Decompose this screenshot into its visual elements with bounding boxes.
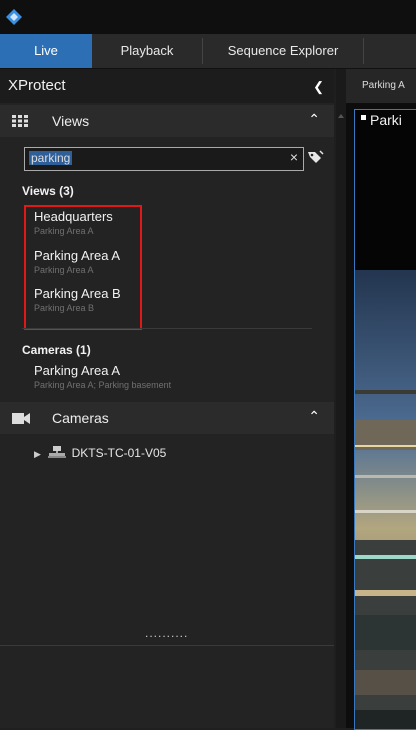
divider (22, 328, 312, 329)
camera-title-label: Parki (370, 112, 402, 128)
chevron-up-icon[interactable]: ⌃ (308, 111, 320, 128)
camera-status-icon (361, 115, 366, 120)
clear-search-icon[interactable]: × (290, 149, 298, 165)
expand-arrow-icon[interactable]: ▶ (34, 449, 41, 459)
panel-splitter-handle[interactable]: .......... (145, 626, 188, 640)
panel-header: XProtect ❮ (0, 69, 334, 103)
list-item[interactable]: Parking Area A Parking Area A; Parking b… (34, 363, 171, 391)
panel-title: XProtect (8, 77, 66, 94)
live-view-pane: Parking A Parki (346, 69, 416, 730)
tree-node-server[interactable]: ▶ DKTS-TC-01-V05 (34, 446, 166, 460)
tab-divider (363, 38, 364, 64)
cameras-section-label: Cameras (52, 410, 109, 426)
camera-name: Parking Area A (34, 363, 120, 378)
views-section-label: Views (52, 113, 90, 129)
search-input[interactable]: parking × (24, 147, 304, 171)
server-icon (48, 446, 67, 458)
camera-title: Parki (361, 112, 402, 128)
breadcrumb-label: Parking A (362, 80, 405, 91)
title-bar (0, 0, 416, 34)
camera-view-tile[interactable]: Parki (354, 109, 416, 730)
panel-scrollbar[interactable] (336, 69, 346, 728)
camera-icon (12, 413, 30, 424)
views-results-header: Views (3) (22, 184, 74, 198)
breadcrumb: Parking A (346, 69, 416, 103)
tab-playback[interactable]: Playback (92, 34, 202, 68)
app-logo-icon (6, 9, 22, 25)
cameras-section-header[interactable]: Cameras ⌃ (0, 402, 334, 434)
views-section-header[interactable]: Views ⌃ (0, 105, 334, 137)
main-tabs: Live Playback Sequence Explorer (0, 34, 416, 69)
chevron-up-icon[interactable]: ⌃ (308, 408, 320, 425)
scroll-up-icon[interactable] (336, 111, 346, 121)
tag-icon[interactable] (307, 149, 325, 165)
chevron-left-icon[interactable]: ❮ (313, 79, 324, 95)
tab-sequence-explorer[interactable]: Sequence Explorer (203, 34, 363, 68)
grid-icon (12, 115, 28, 127)
search-input-value: parking (29, 151, 73, 165)
camera-feed-image (355, 270, 416, 729)
cameras-results-header: Cameras (1) (22, 343, 91, 357)
camera-path: Parking Area A; Parking basement (34, 380, 172, 390)
panel-divider (0, 645, 334, 646)
tab-live[interactable]: Live (0, 34, 92, 68)
highlight-box (24, 205, 142, 330)
tree-node-label: DKTS-TC-01-V05 (71, 446, 167, 460)
